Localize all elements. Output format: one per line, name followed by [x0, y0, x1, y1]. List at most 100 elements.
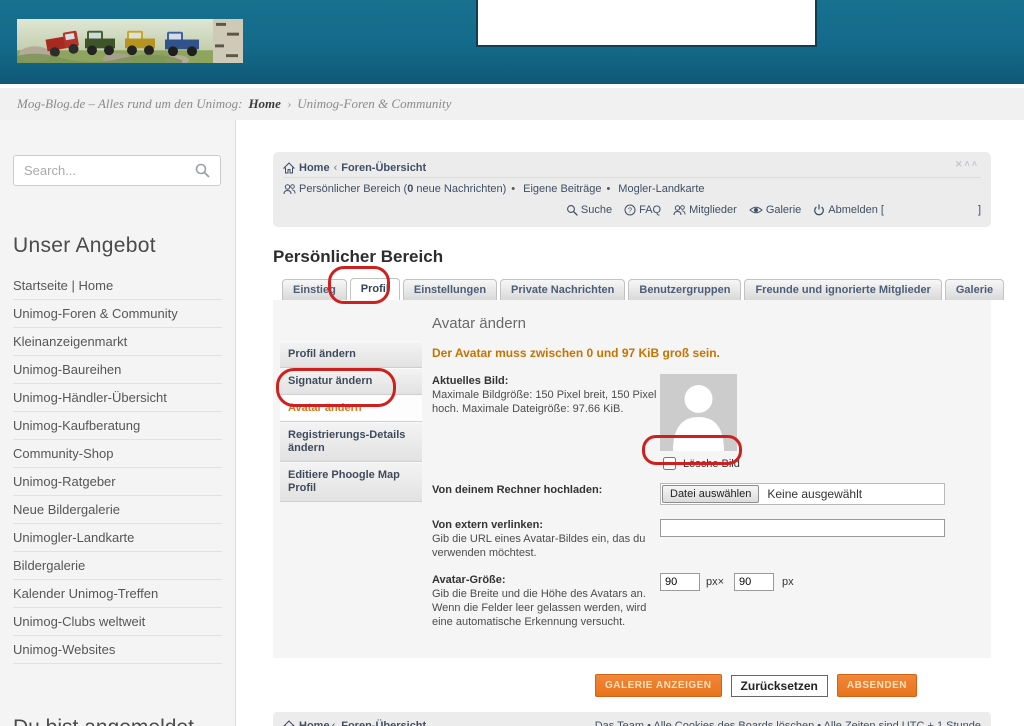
breadcrumb-home-link[interactable]: Home	[248, 96, 281, 112]
logout-link[interactable]: Abmelden [ ]	[813, 204, 981, 216]
footer-links[interactable]: Das Team • Alle Cookies des Boards lösch…	[595, 720, 981, 726]
faq-link[interactable]: ? FAQ	[624, 204, 661, 216]
own-posts-link[interactable]: Eigene Beiträge	[523, 183, 601, 195]
avatar-width-input[interactable]	[660, 573, 700, 591]
ucp-panel: Profil ändern Signatur ändern Avatar änd…	[273, 300, 991, 658]
sidebar-item-kalender-treffen[interactable]: Kalender Unimog-Treffen	[13, 580, 222, 608]
unimog-trucks-banner-image[interactable]	[17, 19, 243, 63]
home-icon	[283, 162, 295, 174]
sidebar-item-ratgeber[interactable]: Unimog-Ratgeber	[13, 468, 222, 496]
file-upload-control[interactable]: Datei auswählen Keine ausgewählt	[660, 483, 945, 505]
tab-freunde-ignorierte[interactable]: Freunde und ignorierte Mitglieder	[744, 279, 941, 300]
users-icon	[673, 204, 686, 216]
sidebar-item-clubs-weltweit[interactable]: Unimog-Clubs weltweit	[13, 608, 222, 636]
avatar-url-input[interactable]	[660, 519, 945, 537]
home-icon	[283, 720, 295, 726]
sidebar-item-unimogler-landkarte[interactable]: Unimogler-Landkarte	[13, 524, 222, 552]
footer-home-link[interactable]: Home	[299, 720, 330, 726]
sidebar-item-baureihen[interactable]: Unimog-Baureihen	[13, 356, 222, 384]
sidebar-item-haendler-uebersicht[interactable]: Unimog-Händler-Übersicht	[13, 384, 222, 412]
reset-button[interactable]: Zurücksetzen	[731, 675, 828, 697]
avatar-size-desc-line2: Wenn die Felder leer gelassen werden, wi…	[432, 601, 660, 615]
forum-breadcrumb-separator: ‹	[334, 162, 338, 174]
search-icon[interactable]	[195, 163, 210, 178]
personal-area-link[interactable]: Persönlicher Bereich (0 neue Nachrichten…	[299, 183, 506, 195]
forum-home-link[interactable]: Home	[299, 162, 330, 174]
tab-einstellungen[interactable]: Einstellungen	[403, 279, 497, 300]
logout-label-close-bracket: ]	[978, 204, 981, 216]
forum-overview-link[interactable]: Foren-Übersicht	[341, 162, 426, 174]
menu-signatur-aendern[interactable]: Signatur ändern	[280, 368, 422, 395]
sidebar-item-community-shop[interactable]: Community-Shop	[13, 440, 222, 468]
delete-image-control: Lösche Bild	[663, 457, 981, 470]
choose-file-button[interactable]: Datei auswählen	[662, 485, 759, 503]
ucp-menu: Profil ändern Signatur ändern Avatar änd…	[280, 341, 422, 502]
sidebar-item-neue-bildergalerie[interactable]: Neue Bildergalerie	[13, 496, 222, 524]
main-content: Home ‹ Foren-Übersicht ✕˄˄ Persönlicher …	[273, 120, 991, 726]
svg-text:?: ?	[628, 205, 632, 214]
external-link-label: Von extern verlinken:	[432, 518, 660, 532]
logout-label: Abmelden [	[828, 204, 884, 216]
tab-einstieg[interactable]: Einstieg	[282, 279, 347, 300]
tab-benutzergruppen[interactable]: Benutzergruppen	[628, 279, 741, 300]
sidebar-item-bildergalerie[interactable]: Bildergalerie	[13, 552, 222, 580]
forum-breadcrumb-row: Home ‹ Foren-Übersicht ✕˄˄	[283, 158, 981, 178]
collapse-controls-icon[interactable]: ✕˄˄	[955, 159, 979, 170]
upload-label: Von deinem Rechner hochladen:	[432, 483, 660, 497]
sidebar-item-kleinanzeigenmarkt[interactable]: Kleinanzeigenmarkt	[13, 328, 222, 356]
sidebar-heading: Unser Angebot	[13, 234, 222, 258]
show-gallery-button[interactable]: GALERIE ANZEIGEN	[595, 674, 722, 697]
form-title: Avatar ändern	[432, 315, 981, 332]
faq-label: FAQ	[639, 204, 661, 216]
tab-private-nachrichten[interactable]: Private Nachrichten	[500, 279, 625, 300]
avatar-size-desc-line1: Gib die Breite und die Höhe des Avatars …	[432, 587, 660, 601]
sidebar-item-kaufberatung[interactable]: Unimog-Kaufberatung	[13, 412, 222, 440]
page: Mog-Blog.de – Alles rund um den Unimog: …	[0, 0, 1024, 726]
delete-image-checkbox[interactable]	[663, 457, 676, 470]
size-separator-label: px×	[706, 576, 724, 588]
external-link-desc-line1: Gib die URL eines Avatar-Bildes ein, das…	[432, 532, 660, 546]
submit-button[interactable]: ABSENDEN	[837, 674, 917, 697]
upload-row: Von deinem Rechner hochladen: Datei ausw…	[432, 483, 981, 505]
breadcrumb: Mog-Blog.de – Alles rund um den Unimog: …	[0, 88, 1024, 120]
tab-galerie[interactable]: Galerie	[945, 279, 1004, 300]
avatar-height-input[interactable]	[734, 573, 774, 591]
tab-profil[interactable]: Profil	[350, 278, 400, 300]
power-icon	[813, 204, 825, 216]
footer-breadcrumb-separator: ‹	[332, 720, 336, 726]
page-title: Persönlicher Bereich	[273, 247, 991, 267]
search-input[interactable]	[13, 155, 221, 186]
search-icon	[566, 204, 578, 216]
members-link[interactable]: Mitglieder	[673, 204, 737, 216]
sidebar-item-foren-community[interactable]: Unimog-Foren & Community	[13, 300, 222, 328]
header-ad-box	[476, 0, 817, 47]
bullet-separator: •	[511, 183, 515, 195]
forum-nav-box: Home ‹ Foren-Übersicht ✕˄˄ Persönlicher …	[273, 152, 991, 227]
breadcrumb-section-link[interactable]: Unimog-Foren & Community	[297, 96, 451, 112]
personal-area-label-end: neue Nachrichten)	[413, 183, 506, 195]
search-link[interactable]: Suche	[566, 204, 612, 216]
menu-avatar-aendern[interactable]: Avatar ändern	[280, 395, 422, 422]
sidebar-item-websites[interactable]: Unimog-Websites	[13, 636, 222, 664]
search-label: Suche	[581, 204, 612, 216]
breadcrumb-site-title: Mog-Blog.de – Alles rund um den Unimog:	[17, 96, 242, 112]
menu-phoogle-map-profil[interactable]: Editiere Phoogle Map Profil	[280, 462, 422, 502]
bullet-separator: •	[606, 183, 610, 195]
avatar-placeholder-image	[660, 374, 737, 451]
sidebar-item-startseite[interactable]: Startseite | Home	[13, 272, 222, 300]
file-status-text: Keine ausgewählt	[767, 487, 862, 501]
gallery-link[interactable]: Galerie	[749, 204, 801, 216]
avatar-size-warning: Der Avatar muss zwischen 0 und 97 KiB gr…	[432, 346, 981, 360]
footer-overview-link[interactable]: Foren-Übersicht	[341, 720, 426, 726]
delete-image-label: Lösche Bild	[683, 458, 740, 470]
menu-registrierungs-details[interactable]: Registrierungs-Details ändern	[280, 422, 422, 462]
mogler-map-link[interactable]: Mogler-Landkarte	[618, 183, 704, 195]
sidebar: Unser Angebot Startseite | Home Unimog-F…	[0, 120, 236, 726]
ucp-tabs: Einstieg Profil Einstellungen Private Na…	[282, 279, 991, 300]
current-image-row: Aktuelles Bild: Maximale Bildgröße: 150 …	[432, 374, 981, 470]
eye-icon	[749, 204, 763, 216]
external-link-desc-line2: verwenden möchtest.	[432, 546, 660, 560]
current-image-label: Aktuelles Bild:	[432, 374, 660, 388]
forum-tools-row: Suche ? FAQ Mitglieder	[283, 199, 981, 220]
menu-profil-aendern[interactable]: Profil ändern	[280, 341, 422, 368]
